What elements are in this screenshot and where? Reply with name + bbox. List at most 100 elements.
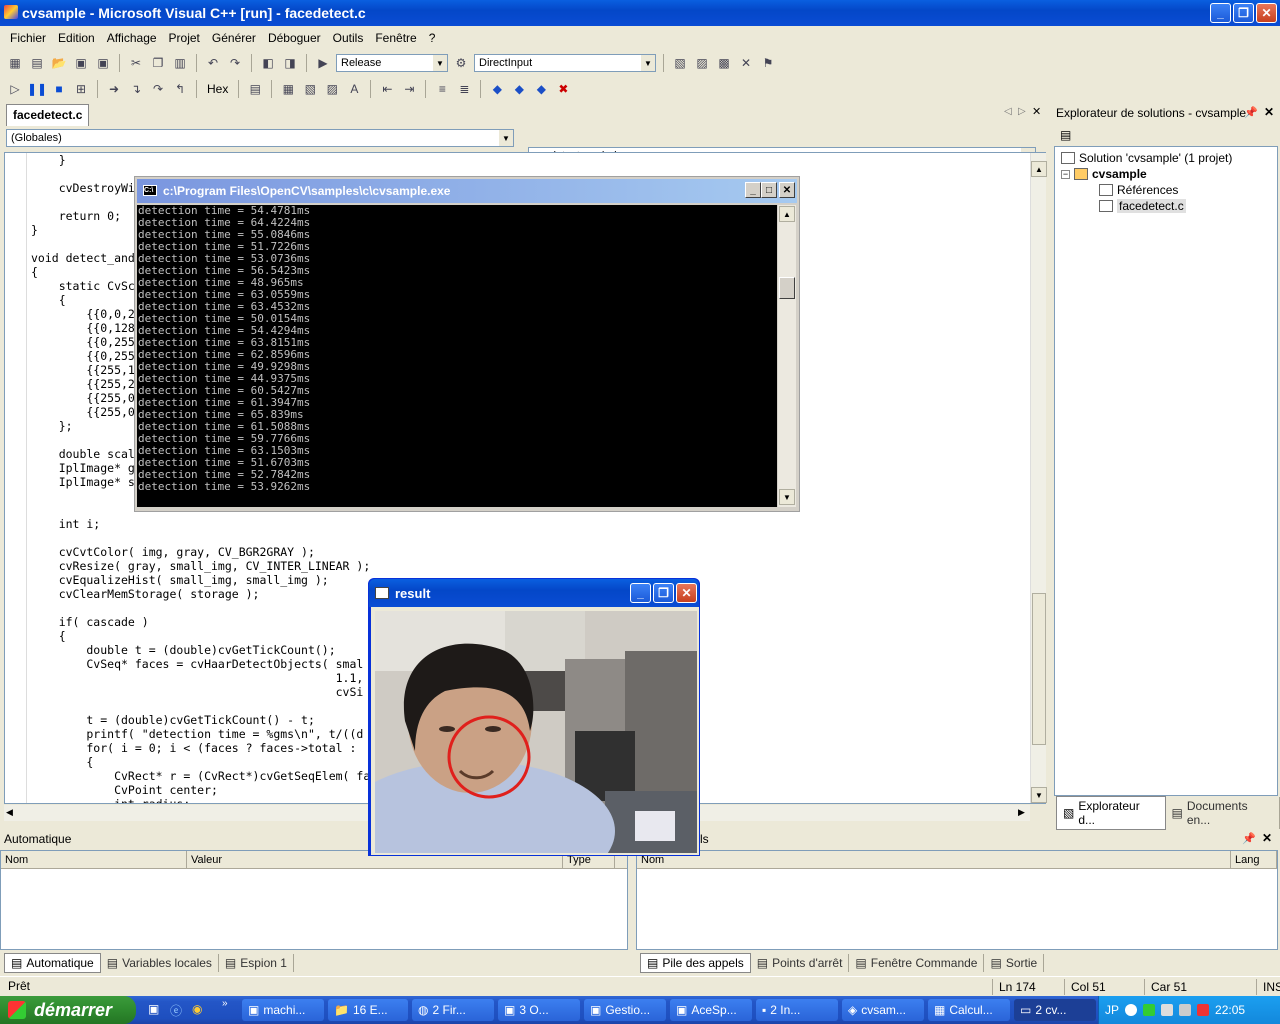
tab-fenetre-commande[interactable]: ▤ Fenêtre Commande xyxy=(849,954,985,972)
menu-outils[interactable]: Outils xyxy=(327,31,370,45)
menu-help[interactable]: ? xyxy=(423,31,442,45)
scroll-right-icon[interactable]: ▶ xyxy=(1018,807,1025,818)
options-icon[interactable]: ⚑ xyxy=(759,55,777,71)
result-window[interactable]: result _ ❐ ✕ xyxy=(368,578,700,856)
pin-icon[interactable]: 📌 xyxy=(1242,832,1256,845)
taskbar-item-3[interactable]: ◍ 2 Fir... xyxy=(412,999,494,1021)
navigate-forward-icon[interactable]: ◨ xyxy=(281,55,299,71)
console-minimize-button[interactable]: _ xyxy=(745,182,761,198)
code-line[interactable] xyxy=(31,601,370,615)
clear-bookmarks-icon[interactable]: ✖ xyxy=(554,81,572,97)
toggle-bookmark-icon[interactable]: ◆ xyxy=(488,81,506,97)
undo-icon[interactable]: ↶ xyxy=(204,55,222,71)
copy-icon[interactable]: ❐ xyxy=(149,55,167,71)
scroll-up-icon[interactable]: ▲ xyxy=(1031,161,1047,177)
taskbar-item-6[interactable]: ▣ AceSp... xyxy=(670,999,752,1021)
col-nom[interactable]: Nom xyxy=(1,851,187,868)
editor-gutter[interactable] xyxy=(5,153,27,803)
code-line[interactable]: } xyxy=(31,153,370,167)
close-panel-icon[interactable]: ✕ xyxy=(1264,105,1274,119)
code-line[interactable]: CvSeq* faces = cvHaarDetectObjects( smal xyxy=(31,657,370,671)
tab-solution-explorer[interactable]: ▧ Explorateur d... xyxy=(1056,796,1166,830)
code-line[interactable]: CvPoint center; xyxy=(31,783,370,797)
taskbar-item-7[interactable]: ▪ 2 In... xyxy=(756,999,838,1021)
scroll-thumb[interactable] xyxy=(779,277,795,299)
navigate-back-icon[interactable]: ◧ xyxy=(259,55,277,71)
tab-facedetect[interactable]: facedetect.c xyxy=(6,104,90,126)
menu-projet[interactable]: Projet xyxy=(163,31,206,45)
menu-edition[interactable]: Edition xyxy=(52,31,101,45)
tab-automatique[interactable]: ▤ Automatique xyxy=(4,953,101,973)
code-line[interactable]: int i; xyxy=(31,517,370,531)
code-line[interactable]: if( cascade ) xyxy=(31,615,370,629)
tab-open-documents[interactable]: ▤ Documents en... xyxy=(1166,797,1280,829)
quicklaunch-more-icon[interactable]: » xyxy=(222,998,228,1009)
save-icon[interactable]: ▣ xyxy=(72,55,90,71)
toolbox-icon[interactable]: ▩ xyxy=(715,55,733,71)
code-line[interactable]: t = (double)cvGetTickCount() - t; xyxy=(31,713,370,727)
console-title-bar[interactable]: C:\ c:\Program Files\OpenCV\samples\c\cv… xyxy=(137,179,797,203)
code-line[interactable]: { xyxy=(31,629,370,643)
minimize-button[interactable]: _ xyxy=(1210,3,1231,23)
breakpoints-icon[interactable]: ▤ xyxy=(246,81,264,97)
start-button[interactable]: démarrer xyxy=(0,996,136,1024)
code-line[interactable]: 1.1, xyxy=(31,671,370,685)
tools-icon[interactable]: ✕ xyxy=(737,55,755,71)
code-line[interactable]: int radius; xyxy=(31,797,370,803)
menu-deboguer[interactable]: Déboguer xyxy=(262,31,327,45)
tray-volume-icon[interactable] xyxy=(1179,1004,1192,1016)
taskbar-item-9[interactable]: ▦ Calcul... xyxy=(928,999,1010,1021)
continue-icon[interactable]: ▷ xyxy=(6,81,24,97)
tab-variables-locales[interactable]: ▤ Variables locales xyxy=(101,954,219,972)
quicklaunch-ie-icon[interactable]: ⓔ xyxy=(170,1002,182,1019)
collapse-icon[interactable]: − xyxy=(1061,169,1070,179)
step-into-icon[interactable]: ↴ xyxy=(127,81,145,97)
auto-grid[interactable]: Nom Valeur Type xyxy=(0,850,628,950)
step-over-icon[interactable]: ↷ xyxy=(149,81,167,97)
find-in-files-icon[interactable]: ▧ xyxy=(301,81,319,97)
scroll-down-icon[interactable]: ▼ xyxy=(1031,787,1047,803)
tab-pile-des-appels[interactable]: ▤ Pile des appels xyxy=(640,953,751,973)
stop-icon[interactable]: ■ xyxy=(50,81,68,97)
col-lang[interactable]: Lang xyxy=(1231,851,1277,868)
solution-tree[interactable]: Solution 'cvsample' (1 projet) − cvsampl… xyxy=(1054,146,1278,796)
code-line[interactable]: printf( "detection time = %gms\n", t/((d xyxy=(31,727,370,741)
console-window[interactable]: C:\ c:\Program Files\OpenCV\samples\c\cv… xyxy=(134,176,800,512)
find-icon[interactable]: ▦ xyxy=(279,81,297,97)
close-button[interactable]: ✕ xyxy=(1256,3,1277,23)
indent-icon[interactable]: ⇥ xyxy=(400,81,418,97)
scroll-thumb[interactable] xyxy=(1032,593,1046,745)
result-maximize-button[interactable]: ❐ xyxy=(653,583,674,603)
tab-scroll-right-icon[interactable]: ▷ xyxy=(1018,106,1026,117)
tab-espion[interactable]: ▤ Espion 1 xyxy=(219,954,294,972)
pause-icon[interactable]: ❚❚ xyxy=(27,81,47,97)
main-title-bar[interactable]: cvsample - Microsoft Visual C++ [run] - … xyxy=(0,0,1280,26)
restart-icon[interactable]: ⊞ xyxy=(72,81,90,97)
platform-select[interactable]: DirectInput ▼ xyxy=(474,54,656,72)
tab-sortie[interactable]: ▤ Sortie xyxy=(984,954,1045,972)
taskbar-item-4[interactable]: ▣ 3 O... xyxy=(498,999,580,1021)
scroll-left-icon[interactable]: ◀ xyxy=(6,807,13,818)
code-line[interactable]: { xyxy=(31,755,370,769)
add-item-icon[interactable]: ▤ xyxy=(28,55,46,71)
code-line[interactable]: CvRect* r = (CvRect*)cvGetSeqElem( fa xyxy=(31,769,370,783)
scroll-down-icon[interactable]: ▼ xyxy=(779,489,795,505)
code-line[interactable] xyxy=(31,699,370,713)
pin-icon[interactable]: 📌 xyxy=(1244,106,1258,119)
scroll-up-icon[interactable]: ▲ xyxy=(779,206,795,222)
close-document-icon[interactable]: ✕ xyxy=(1032,105,1041,118)
start-debug-icon[interactable]: ▶ xyxy=(314,55,332,71)
bookmark-icon[interactable]: ▨ xyxy=(323,81,341,97)
step-out-icon[interactable]: ↰ xyxy=(171,81,189,97)
taskbar-item-8[interactable]: ◈ cvsam... xyxy=(842,999,924,1021)
tree-item-project[interactable]: − cvsample xyxy=(1061,167,1147,181)
tree-item-facedetect[interactable]: facedetect.c xyxy=(1099,199,1186,213)
tray-expand-icon[interactable] xyxy=(1125,1004,1138,1016)
comment-icon[interactable]: ≡ xyxy=(433,81,451,97)
taskbar-item-5[interactable]: ▣ Gestio... xyxy=(584,999,666,1021)
font-size-icon[interactable]: A xyxy=(345,81,363,97)
uncomment-icon[interactable]: ≣ xyxy=(455,81,473,97)
call-stack-grid[interactable]: Nom Lang xyxy=(636,850,1278,950)
console-scrollbar[interactable]: ▲ ▼ xyxy=(778,205,796,507)
close-panel-icon[interactable]: ✕ xyxy=(1262,831,1272,845)
